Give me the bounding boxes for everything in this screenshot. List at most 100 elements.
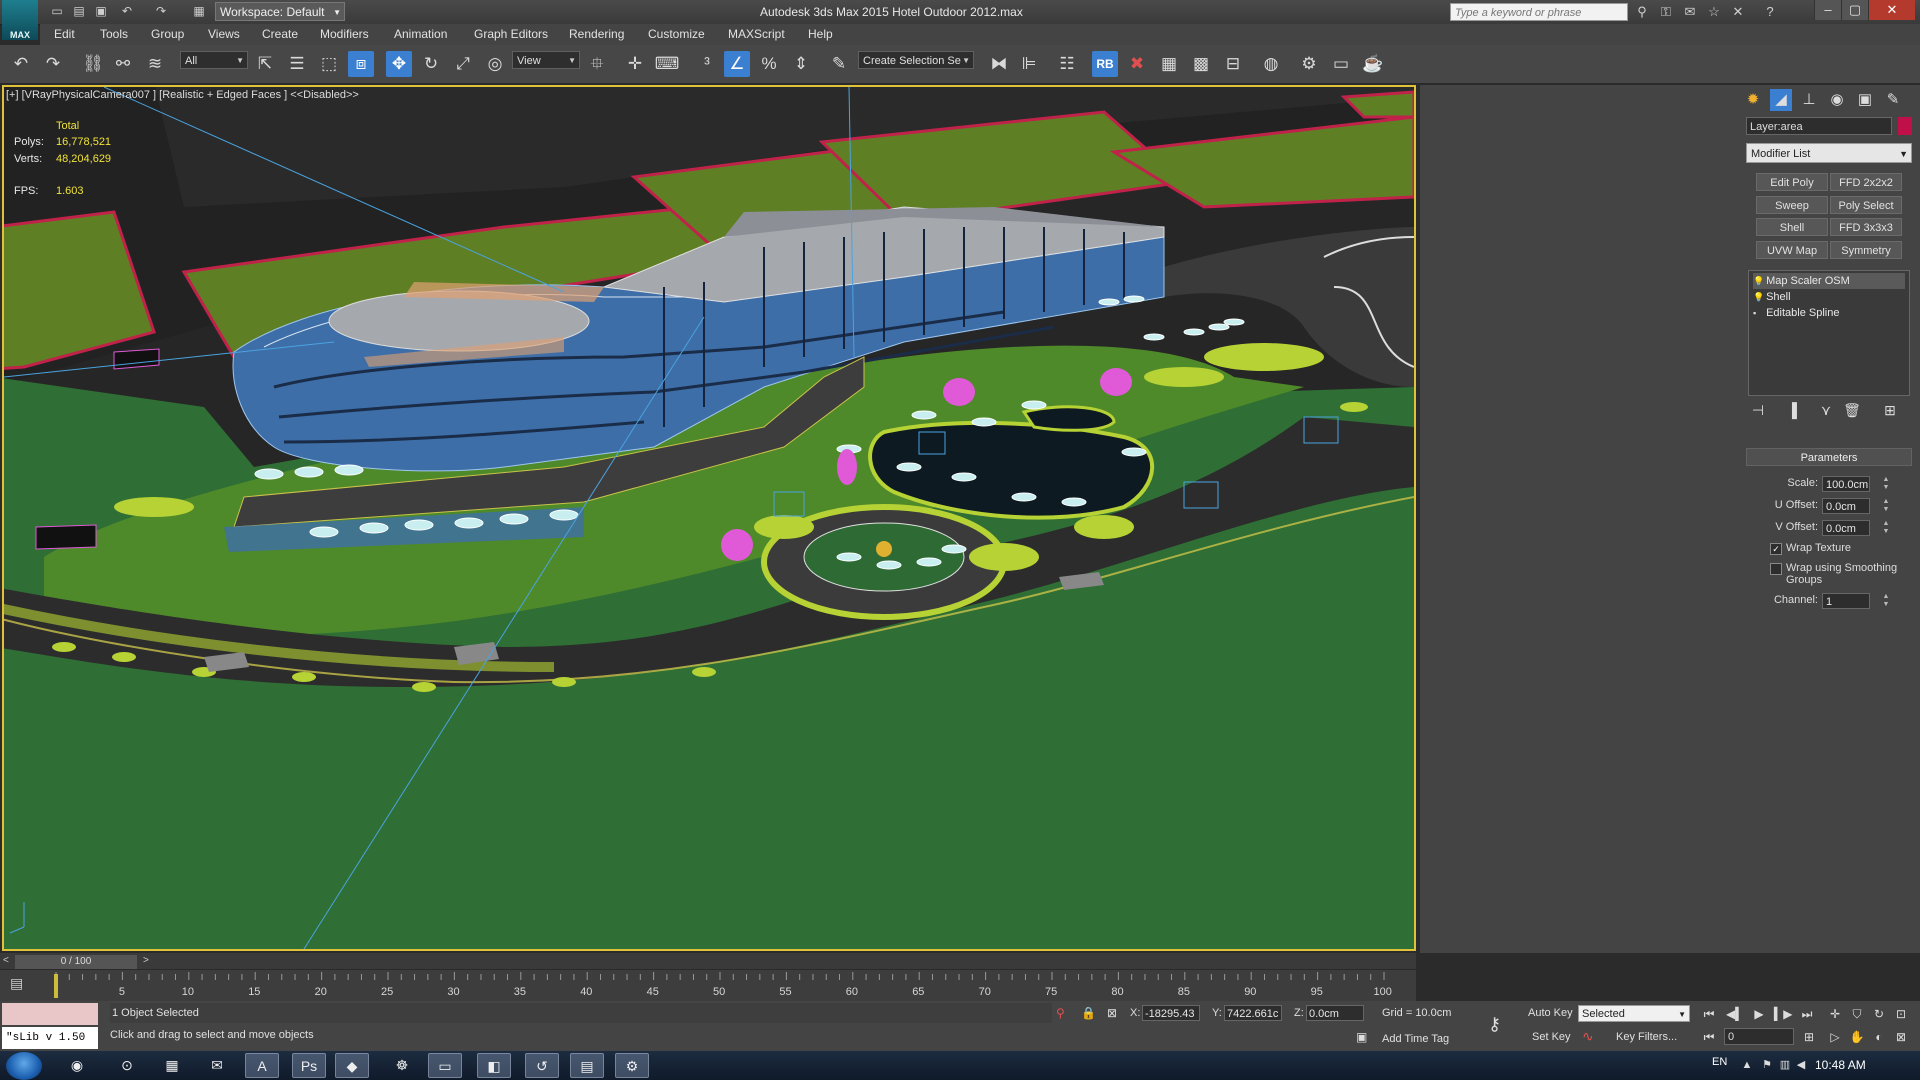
absolute-mode-icon[interactable]: ⊠ (1107, 1006, 1117, 1020)
zoom-all-icon[interactable]: ⛉ (1848, 1005, 1866, 1023)
start-button[interactable] (6, 1052, 42, 1080)
mini-curve-editor-icon[interactable]: ▤ (10, 975, 23, 992)
select-and-place-icon[interactable]: ◎ (482, 51, 508, 77)
plugin-grid2-icon[interactable]: ▩ (1188, 51, 1214, 77)
viewport-perspective[interactable] (2, 85, 1416, 951)
motion-tab-icon[interactable]: ◉ (1826, 89, 1848, 111)
select-object-icon[interactable]: ⇱ (252, 51, 278, 77)
selection-filter-dropdown[interactable]: All ▼ (180, 51, 248, 69)
menu-group[interactable]: Group (151, 24, 184, 45)
layer-manager-icon[interactable]: ☷ (1054, 51, 1080, 77)
stack-item-editable-spline[interactable]: ▪ Editable Spline (1753, 305, 1839, 321)
menu-edit[interactable]: Edit (54, 24, 75, 45)
window-crossing-icon[interactable]: ⧈ (348, 51, 374, 77)
menu-views[interactable]: Views (208, 24, 240, 45)
utilities-tab-icon[interactable]: ✎ (1882, 89, 1904, 111)
subscription-icon[interactable]: ⚿ (1656, 3, 1676, 21)
bind-space-warp-icon[interactable]: ≋ (142, 51, 168, 77)
default-key-icon[interactable]: ⚷ (1488, 1014, 1501, 1035)
symmetry-button[interactable]: Symmetry (1830, 241, 1902, 259)
current-frame-field[interactable]: 0 (1724, 1028, 1794, 1045)
time-tag-icon[interactable]: ▣ (1356, 1030, 1367, 1044)
u-offset-field[interactable]: 0.0cm (1822, 498, 1870, 514)
snaps-toggle-icon[interactable]: ³ (694, 51, 720, 77)
close-icon[interactable]: ✕ (1868, 0, 1915, 20)
uvw-map-button[interactable]: UVW Map (1756, 241, 1828, 259)
menu-modifiers[interactable]: Modifiers (320, 24, 369, 45)
render-setup-icon[interactable]: ⚙ (1296, 51, 1322, 77)
control-panel-icon[interactable]: ▦ (155, 1053, 189, 1078)
app-menu-button[interactable]: MAX (2, 0, 38, 40)
parameters-rollout-header[interactable]: Parameters (1746, 448, 1912, 466)
track-bar-playhead[interactable] (54, 974, 58, 998)
rb-plugin-button[interactable]: RB (1092, 51, 1118, 77)
configure-modifier-sets-icon[interactable]: ⊞ (1880, 400, 1900, 420)
spinner-icon[interactable]: ▲ ▼ (1882, 498, 1890, 514)
lightbulb-icon[interactable]: 💡 (1753, 273, 1764, 289)
autocad-icon[interactable]: A (245, 1053, 279, 1078)
scale-field[interactable]: 100.0cm (1822, 476, 1870, 492)
chrome-icon[interactable]: ◉ (60, 1053, 94, 1078)
x-coord-field[interactable]: -18295.43 (1142, 1005, 1200, 1021)
ffd-3x3x3-button[interactable]: FFD 3x3x3 (1830, 218, 1902, 236)
project-folder-icon[interactable]: ▦ (190, 3, 208, 20)
track-bar[interactable] (0, 969, 1416, 1002)
reference-coordinate-dropdown[interactable]: View ▼ (512, 51, 580, 69)
channel-field[interactable]: 1 (1822, 593, 1870, 609)
stack-item-shell[interactable]: 💡 Shell (1753, 289, 1791, 305)
select-and-rotate-icon[interactable]: ↻ (418, 51, 444, 77)
object-name-field[interactable]: Layer:area (1746, 117, 1892, 135)
flag-icon[interactable]: ⚑ (1760, 1058, 1774, 1072)
select-by-name-icon[interactable]: ☰ (284, 51, 310, 77)
modifier-stack[interactable]: 💡 Map Scaler OSM 💡 Shell ▪ Editable Spli… (1748, 270, 1910, 396)
communication-center-icon[interactable]: ✉ (1680, 3, 1700, 21)
network-icon[interactable]: ▥ (1778, 1058, 1792, 1072)
material-editor-icon[interactable]: ◍ (1258, 51, 1284, 77)
maximize-toggle-icon[interactable]: ⊠ (1892, 1028, 1910, 1046)
display-tab-icon[interactable]: ▣ (1854, 89, 1876, 111)
next-frame-icon[interactable]: ▍▶ (1774, 1005, 1792, 1023)
network-tool-icon[interactable]: ⚙ (615, 1053, 649, 1078)
spinner-icon[interactable]: ▲ ▼ (1882, 520, 1890, 536)
percent-snap-icon[interactable]: % (756, 51, 782, 77)
add-time-tag-button[interactable]: Add Time Tag (1382, 1033, 1449, 1045)
menu-create[interactable]: Create (262, 24, 298, 45)
make-unique-icon[interactable]: ⋎ (1816, 400, 1836, 420)
select-and-move-icon[interactable]: ✥ (386, 51, 412, 77)
zoom-icon[interactable]: ✛ (1826, 1005, 1844, 1023)
maximize-icon[interactable]: ▢ (1841, 0, 1868, 20)
minimize-icon[interactable]: – (1814, 0, 1841, 20)
render-teapot-icon[interactable]: ☕ (1360, 51, 1386, 77)
menu-graph-editors[interactable]: Graph Editors (474, 24, 548, 45)
favorites-star-icon[interactable]: ☆ (1704, 3, 1724, 21)
edit-named-selection-icon[interactable]: ✎ (826, 51, 852, 77)
select-and-scale-icon[interactable]: ⤢ (450, 51, 476, 77)
plugin-grid-icon[interactable]: ▦ (1156, 51, 1182, 77)
auto-key-button[interactable]: Auto Key (1528, 1007, 1573, 1019)
menu-tools[interactable]: Tools (100, 24, 128, 45)
go-to-end-icon[interactable]: ⏭ (1798, 1005, 1816, 1023)
exchange-icon[interactable]: ✕ (1728, 3, 1748, 21)
pin-stack-icon[interactable]: ⊣ (1748, 400, 1768, 420)
manipulate-icon[interactable]: ✛ (622, 51, 648, 77)
y-coord-field[interactable]: 7422.661c (1224, 1005, 1282, 1021)
spinner-icon[interactable]: ▲ ▼ (1882, 476, 1890, 492)
align-icon[interactable]: ⊫ (1016, 51, 1042, 77)
time-slider-track[interactable] (0, 953, 1416, 969)
object-color-swatch[interactable] (1898, 117, 1912, 135)
rectangular-selection-icon[interactable]: ⬚ (316, 51, 342, 77)
key-filters-button[interactable]: Key Filters... (1616, 1031, 1677, 1043)
expand-plus-icon[interactable]: ▪ (1753, 305, 1763, 321)
key-curve-icon[interactable]: ∿ (1582, 1028, 1594, 1045)
menu-customize[interactable]: Customize (648, 24, 705, 45)
plugin-x-icon[interactable]: ✖ (1124, 51, 1150, 77)
lightbulb-icon[interactable]: 💡 (1753, 289, 1764, 305)
app-window-icon[interactable]: ◧ (477, 1053, 511, 1078)
orbit-icon[interactable]: ↻ (1870, 1005, 1888, 1023)
menu-animation[interactable]: Animation (394, 24, 447, 45)
wrap-texture-checkbox[interactable]: ✓ (1770, 543, 1782, 555)
show-end-result-icon[interactable]: ▐ (1782, 400, 1802, 420)
mirror-icon[interactable]: ⧓ (986, 51, 1012, 77)
new-file-icon[interactable]: ▭ (48, 3, 66, 20)
v-offset-field[interactable]: 0.0cm (1822, 520, 1870, 536)
